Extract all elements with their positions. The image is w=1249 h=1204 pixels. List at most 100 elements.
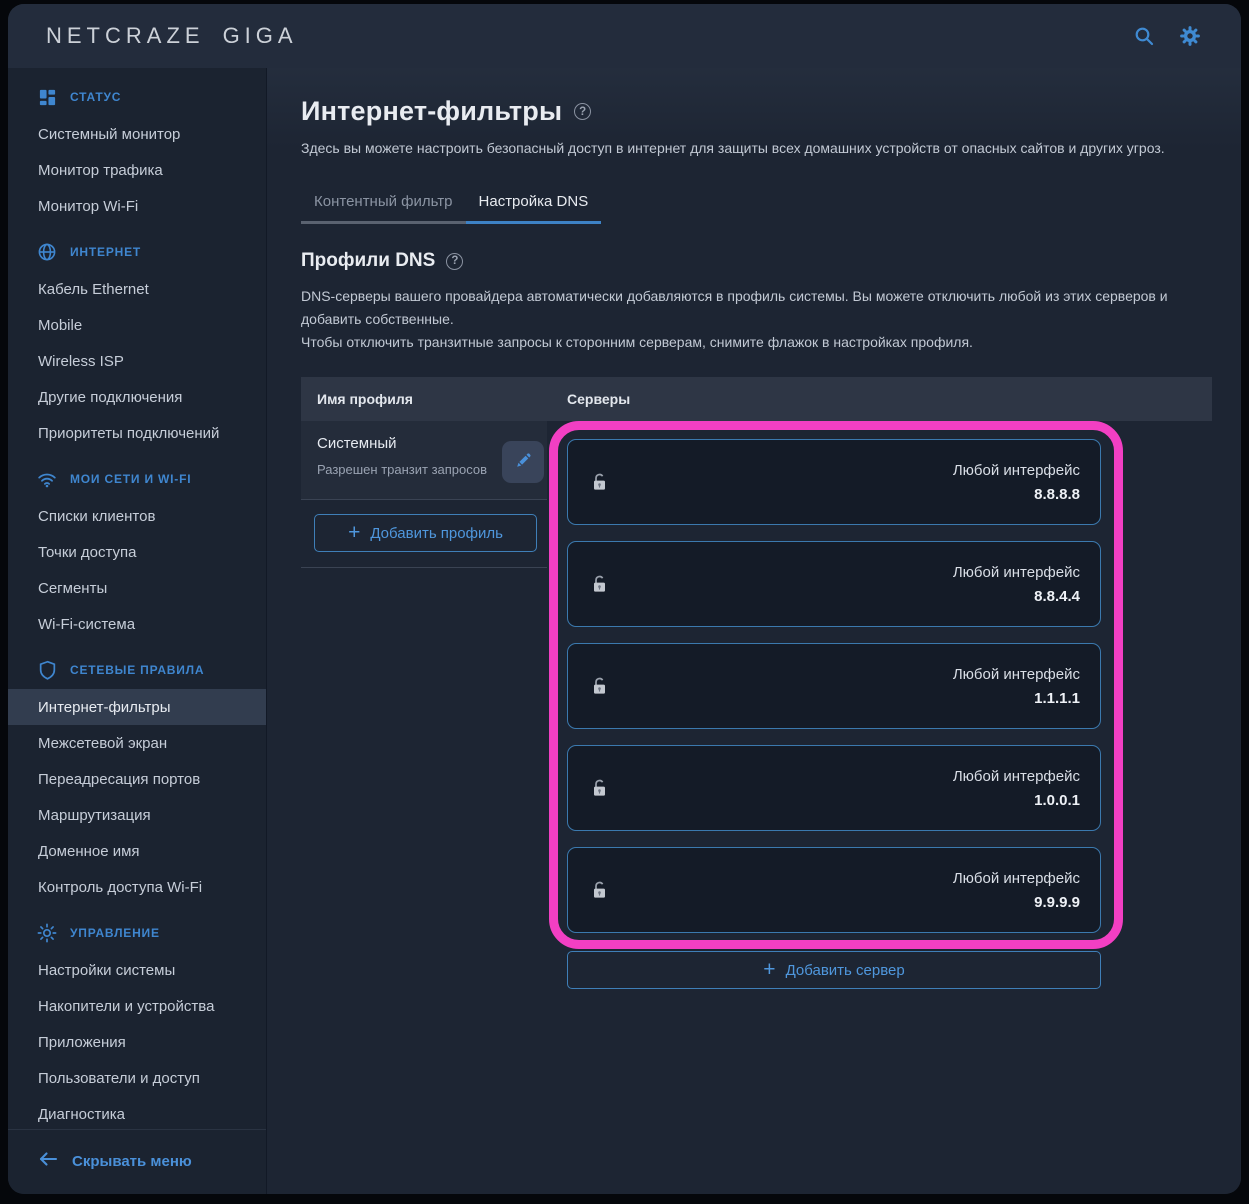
sidebar-item[interactable]: Кабель Ethernet [8,271,266,307]
collapse-menu-button[interactable]: Скрывать меню [8,1129,266,1194]
sidebar: СТАТУС Системный мониторМонитор трафикаМо… [8,68,267,1194]
edit-profile-button[interactable] [502,441,544,483]
add-server-label: Добавить сервер [786,962,905,979]
sidebar-nav: СТАТУС Системный мониторМонитор трафикаМо… [8,68,266,1129]
server-card[interactable]: Любой интерфейс 9.9.9.9 [567,847,1101,933]
dns-profiles-title-text: Профили DNS [301,250,435,272]
page-title: Интернет-фильтры ? [301,96,1212,127]
app-header: NETCRAZE GIGA [8,4,1241,68]
sidebar-item[interactable]: Доменное имя [8,833,266,869]
table-body: Системный Разрешен транзит запросов [301,421,1212,989]
screen: NETCRAZE GIGA СТАТУССистемный мониторМон… [0,0,1249,1204]
add-server-button[interactable]: + Добавить сервер [567,951,1101,989]
server-card[interactable]: Любой интерфейс 1.1.1.1 [567,643,1101,729]
sidebar-section-header: ИНТЕРНЕТ [8,241,266,263]
sidebar-item[interactable]: Накопители и устройства [8,988,266,1024]
sidebar-item[interactable]: Пользователи и доступ [8,1060,266,1096]
sidebar-section-label: СТАТУС [70,90,121,104]
server-ip-value: 9.9.9.9 [953,894,1080,911]
server-interface-label: Любой интерфейс [953,564,1080,581]
server-info: Любой интерфейс 1.0.0.1 [953,768,1080,809]
dns-profiles-table: Имя профиля Серверы Системный Разрешен т… [301,377,1212,989]
sidebar-item[interactable]: Маршрутизация [8,797,266,833]
sidebar-item[interactable]: Монитор трафика [8,152,266,188]
sidebar-item[interactable]: Интернет-фильтры [8,689,266,725]
dns-profiles-heading: Профили DNS ? [301,250,1212,272]
column-header-servers: Серверы [547,391,630,407]
sidebar-item[interactable]: Системный монитор [8,116,266,152]
server-info: Любой интерфейс 1.1.1.1 [953,666,1080,707]
column-header-profile-name: Имя профиля [301,391,547,407]
sidebar-item[interactable]: Другие подключения [8,379,266,415]
server-ip-value: 1.1.1.1 [953,690,1080,707]
sidebar-item[interactable]: Wi-Fi-система [8,606,266,642]
add-profile-label: Добавить профиль [370,525,503,542]
sidebar-section-header: СЕТЕВЫЕ ПРАВИЛА [8,659,266,681]
app-body: СТАТУС Системный мониторМонитор трафикаМо… [8,68,1241,1194]
sidebar-section-header: СТАТУС [8,86,266,108]
sidebar-section-label: УПРАВЛЕНИЕ [70,926,160,940]
sidebar-item[interactable]: Списки клиентов [8,498,266,534]
logo-primary: NETCRAZE [46,23,205,49]
add-profile-row: + Добавить профиль [301,500,547,568]
lock-icon [592,677,607,695]
sidebar-item[interactable]: Диагностика [8,1096,266,1129]
tab[interactable]: Настройка DNS [466,183,602,224]
lock-icon [592,881,607,899]
help-icon[interactable]: ? [574,103,591,120]
sidebar-item[interactable]: Wireless ISP [8,343,266,379]
collapse-menu-label: Скрывать меню [72,1153,192,1170]
server-card[interactable]: Любой интерфейс 1.0.0.1 [567,745,1101,831]
pencil-icon [515,452,532,472]
sidebar-item[interactable]: Настройки системы [8,952,266,988]
server-card[interactable]: Любой интерфейс 8.8.4.4 [567,541,1101,627]
server-interface-label: Любой интерфейс [953,870,1080,887]
help-icon[interactable]: ? [446,253,463,270]
add-profile-button[interactable]: + Добавить профиль [314,514,537,552]
sidebar-section-label: СЕТЕВЫЕ ПРАВИЛА [70,663,204,677]
tab[interactable]: Контентный фильтр [301,183,466,224]
header-actions [1133,25,1201,47]
page-title-text: Интернет-фильтры [301,96,562,127]
settings-gear-icon[interactable] [1179,25,1201,47]
main-content: Интернет-фильтры ? Здесь вы можете настр… [267,68,1241,1194]
server-info: Любой интерфейс 8.8.4.4 [953,564,1080,605]
shield-icon [37,660,57,680]
dns-profiles-note: Чтобы отключить транзитные запросы к сто… [301,331,1212,354]
sidebar-item[interactable]: Приложения [8,1024,266,1060]
arrow-left-icon [38,1151,58,1171]
sidebar-item[interactable]: Контроль доступа Wi-Fi [8,869,266,905]
sidebar-item[interactable]: Межсетевой экран [8,725,266,761]
server-ip-value: 1.0.0.1 [953,792,1080,809]
gear-icon [37,923,57,943]
lock-icon [592,779,607,797]
sidebar-section-header: МОИ СЕТИ И WI-FI [8,468,266,490]
server-ip-value: 8.8.4.4 [953,588,1080,605]
sidebar-section-header: УПРАВЛЕНИЕ [8,922,266,944]
server-interface-label: Любой интерфейс [953,462,1080,479]
table-header: Имя профиля Серверы [301,377,1212,421]
sidebar-item[interactable]: Mobile [8,307,266,343]
logo: NETCRAZE GIGA [46,23,298,49]
profile-row[interactable]: Системный Разрешен транзит запросов [301,421,547,500]
sidebar-section-label: МОИ СЕТИ И WI-FI [70,472,191,486]
sidebar-item[interactable]: Переадресация портов [8,761,266,797]
server-info: Любой интерфейс8.8.8.8 [953,462,1080,503]
search-icon[interactable] [1133,25,1155,47]
server-card[interactable]: Любой интерфейс8.8.8.8 [567,439,1101,525]
dns-profiles-description: DNS-серверы вашего провайдера автоматиче… [301,285,1212,331]
lock-icon [592,473,607,491]
server-interface-label: Любой интерфейс [953,768,1080,785]
servers-column: Любой интерфейс8.8.8.8Любой интерфейс8.8… [547,421,1101,989]
sidebar-item[interactable]: Приоритеты подключений [8,415,266,451]
sidebar-item[interactable]: Сегменты [8,570,266,606]
profile-note: Разрешен транзит запросов [317,462,531,477]
sidebar-item[interactable]: Точки доступа [8,534,266,570]
lock-icon [592,575,607,593]
profile-column: Системный Разрешен транзит запросов [301,421,547,568]
wifi-icon [37,469,57,489]
logo-secondary: GIGA [223,23,298,49]
server-interface-label: Любой интерфейс [953,666,1080,683]
sidebar-item[interactable]: Монитор Wi-Fi [8,188,266,224]
globe-icon [37,242,57,262]
